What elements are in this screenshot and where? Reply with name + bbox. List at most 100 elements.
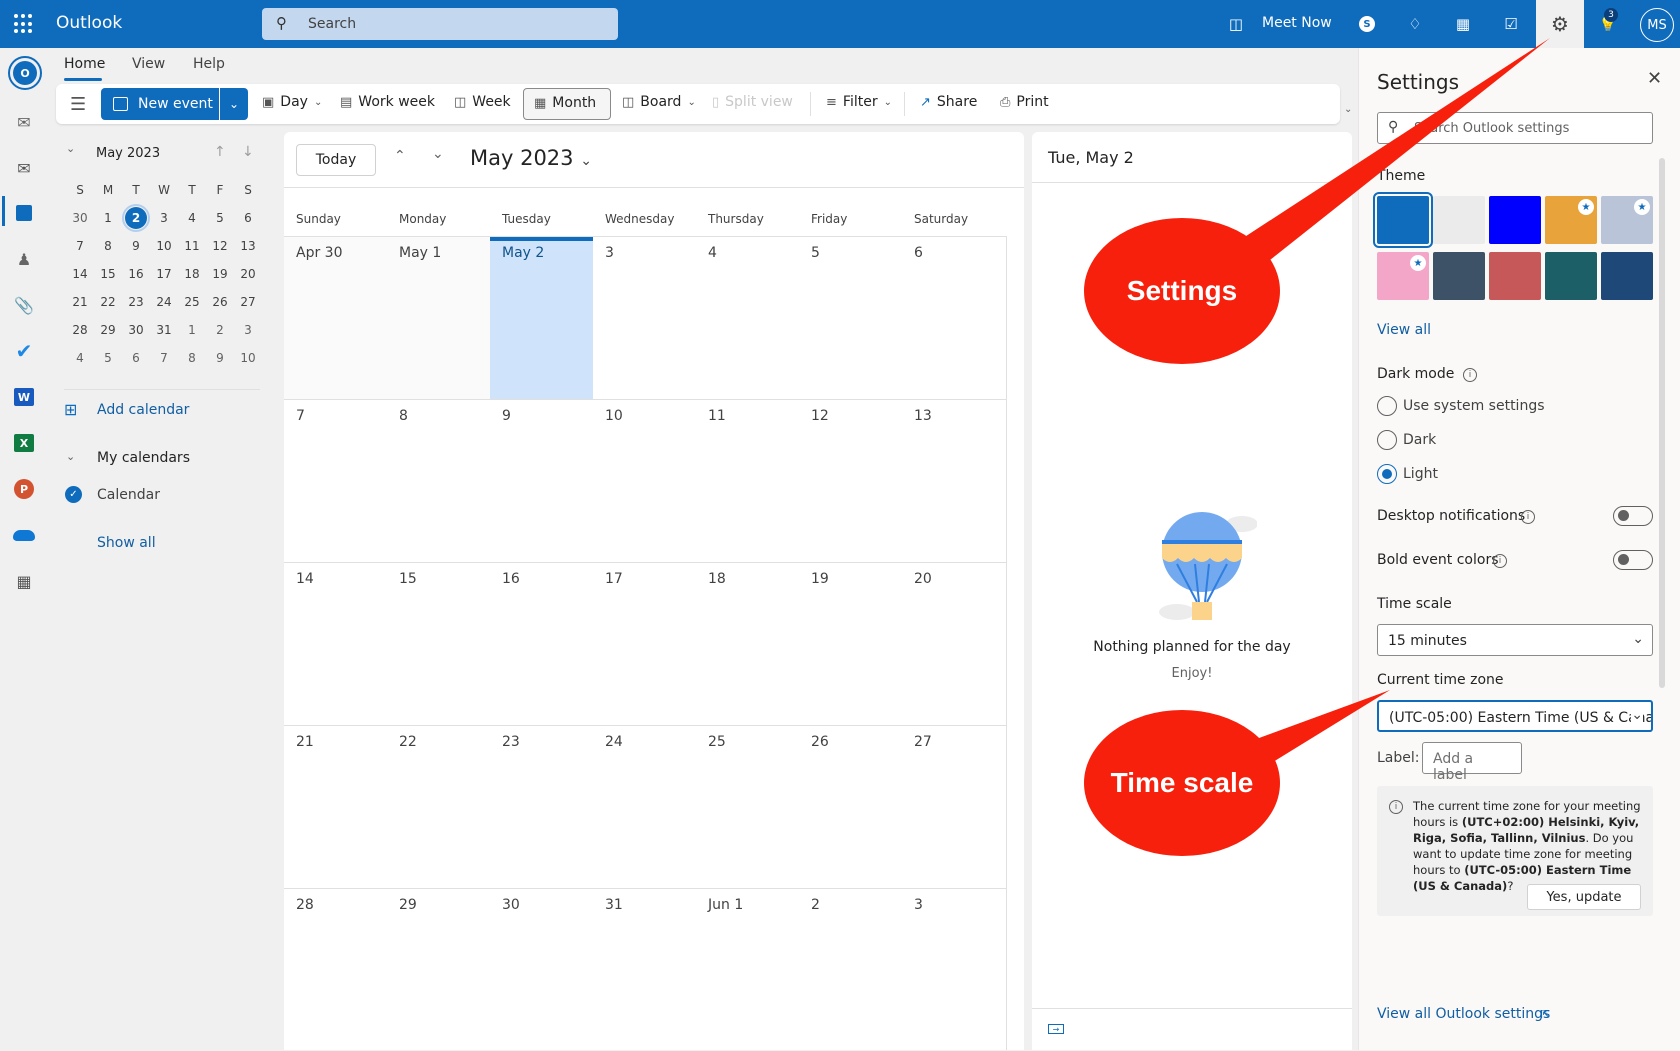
time-scale-dropdown[interactable]: 15 minutes ⌄ [1377,624,1653,656]
radio-use-system-settings[interactable] [1377,396,1397,416]
day-cell[interactable]: 30 [490,889,593,1051]
next-month-arrow-icon[interactable]: ↓ [242,144,254,160]
mini-calendar-day[interactable]: 13 [234,232,262,260]
app-launcher-icon[interactable] [14,14,34,34]
onedrive-icon[interactable] [12,523,36,547]
mini-calendar-day[interactable]: 6 [122,344,150,372]
theme-swatch-bright-blue[interactable] [1489,196,1541,244]
day-cell[interactable]: May 1 [387,237,490,399]
theme-swatch-ribbons[interactable]: ★ [1601,196,1653,244]
mini-calendar-day[interactable]: 18 [178,260,206,288]
mini-calendar-day[interactable]: 5 [206,204,234,232]
meet-now-button[interactable]: Meet Now [1262,15,1332,31]
day-cell[interactable]: 27 [902,726,1005,888]
mini-calendar-day[interactable]: 8 [178,344,206,372]
mini-calendar-day[interactable]: 3 [150,204,178,232]
day-cell[interactable]: 28 [284,889,387,1051]
info-icon[interactable]: i [1521,510,1535,524]
add-calendar-link[interactable]: Add calendar [97,402,189,418]
ribbon-expand-icon[interactable]: ⌄ [1344,104,1352,115]
new-event-dropdown[interactable]: ⌄ [220,88,248,120]
todo-check-icon[interactable]: ✔ [12,339,36,363]
time-zone-dropdown[interactable]: (UTC-05:00) Eastern Time (US & Canada) ⌄ [1377,700,1653,732]
theme-swatch-light-gray[interactable] [1433,196,1485,244]
bold-event-colors-toggle[interactable] [1613,550,1653,570]
yes-update-button[interactable]: Yes, update [1527,884,1641,910]
mini-calendar-day[interactable]: 15 [94,260,122,288]
mini-calendar-day[interactable]: 23 [122,288,150,316]
share-button[interactable]: ↗ Share [920,94,977,110]
day-cell[interactable]: 15 [387,563,490,725]
day-cell[interactable]: 17 [593,563,696,725]
mini-calendar-day[interactable]: 17 [150,260,178,288]
next-arrow-icon[interactable]: ⌄ [432,146,444,162]
mini-calendar-day[interactable]: 25 [178,288,206,316]
day-cell[interactable]: 3 [902,889,1005,1051]
show-all-link[interactable]: Show all [97,535,156,551]
day-cell[interactable]: 23 [490,726,593,888]
mini-calendar-day[interactable]: 21 [66,288,94,316]
mini-calendar-day[interactable]: 9 [122,232,150,260]
previous-arrow-icon[interactable]: ⌃ [394,148,406,164]
radio-light[interactable] [1377,464,1397,484]
day-cell[interactable]: 10 [593,400,696,562]
search-box[interactable]: ⚲ Search [262,8,618,40]
day-view-button[interactable]: ▣ Day ⌄ [262,94,322,110]
tab-home[interactable]: Home [64,56,105,72]
desktop-notifications-toggle[interactable] [1613,506,1653,526]
theme-swatch-circuit[interactable] [1545,252,1597,300]
hamburger-menu-icon[interactable]: ☰ [70,94,86,115]
day-cell[interactable]: 4 [696,237,799,399]
day-cell[interactable]: Apr 30 [284,237,387,399]
theme-swatch-mountain[interactable] [1433,252,1485,300]
mini-calendar-day[interactable]: 27 [234,288,262,316]
day-cell[interactable]: May 2 [490,237,593,399]
day-cell[interactable]: 11 [696,400,799,562]
mini-calendar-day[interactable]: 2 [206,316,234,344]
filter-button[interactable]: ≡ Filter ⌄ [826,94,892,110]
diamond-icon[interactable]: ♢ [1405,14,1425,34]
mini-calendar-day[interactable]: 26 [206,288,234,316]
settings-scrollbar[interactable] [1659,158,1665,688]
calendar-check-icon[interactable]: ☑ [1501,14,1521,34]
mini-calendar-day[interactable]: 7 [66,232,94,260]
day-cell[interactable]: 18 [696,563,799,725]
day-cell[interactable]: 12 [799,400,902,562]
mini-calendar-day[interactable]: 14 [66,260,94,288]
day-cell[interactable]: 9 [490,400,593,562]
day-cell[interactable]: 31 [593,889,696,1051]
mini-calendar-day[interactable]: 11 [178,232,206,260]
mini-calendar-day[interactable]: 4 [66,344,94,372]
day-cell[interactable]: 3 [593,237,696,399]
day-cell[interactable]: Jun 1 [696,889,799,1051]
day-cell[interactable]: 16 [490,563,593,725]
day-cell[interactable]: 25 [696,726,799,888]
view-all-themes-link[interactable]: View all [1377,322,1431,338]
settings-gear-button[interactable]: ⚙ [1536,0,1584,48]
theme-swatch-unicorn[interactable]: ★ [1377,252,1429,300]
mini-calendar-day[interactable]: 2 [122,204,150,232]
month-button[interactable]: ▦ Month [523,88,611,120]
week-button[interactable]: ◫ Week [454,94,511,110]
powerpoint-icon[interactable]: P [12,477,36,501]
new-mail-icon[interactable]: ✉ [12,110,36,134]
skype-icon[interactable]: S [1357,14,1377,34]
mini-calendar-day[interactable]: 24 [150,288,178,316]
avatar[interactable]: MS [1640,8,1674,42]
chevron-down-icon[interactable]: ⌄ [66,450,75,463]
my-calendars-header[interactable]: My calendars [97,450,190,466]
new-event-button[interactable]: New event [101,88,219,120]
day-cell[interactable]: 6 [902,237,1005,399]
mini-calendar-day[interactable]: 4 [178,204,206,232]
day-cell[interactable]: 24 [593,726,696,888]
previous-month-arrow-icon[interactable]: ↑ [214,144,226,160]
mini-calendar-day[interactable]: 8 [94,232,122,260]
mini-calendar-title[interactable]: May 2023 [96,146,160,161]
theme-swatch-rainbow[interactable]: ★ [1545,196,1597,244]
calendar-icon[interactable] [12,201,36,225]
onenote-icon[interactable]: ▦ [1453,14,1473,34]
mini-calendar-day[interactable]: 10 [150,232,178,260]
day-cell[interactable]: 21 [284,726,387,888]
mini-calendar-day[interactable]: 22 [94,288,122,316]
collapse-chevron-icon[interactable]: ⌄ [66,142,75,155]
